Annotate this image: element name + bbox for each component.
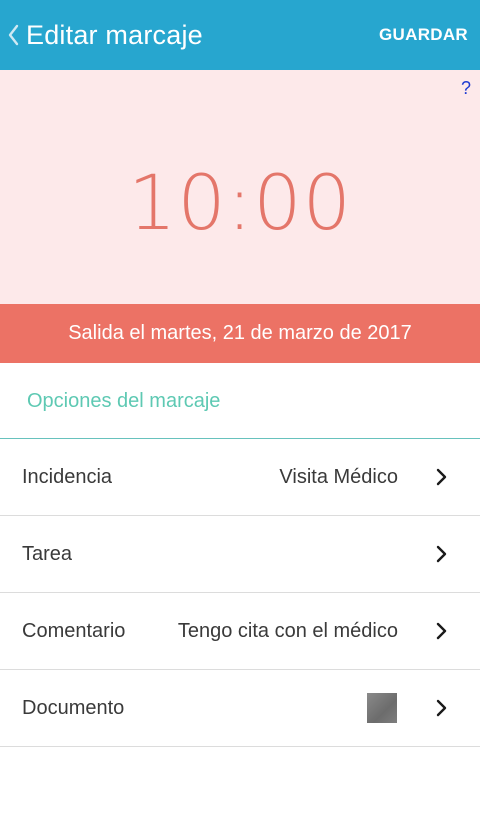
back-button[interactable]: Editar marcaje — [0, 0, 230, 70]
chevron-right-icon — [432, 544, 452, 564]
chevron-right-icon — [432, 467, 452, 487]
row-value: Tengo cita con el médico — [177, 620, 398, 642]
row-label: Comentario — [22, 620, 126, 642]
options-section-header: Opciones del marcaje — [0, 363, 480, 439]
time-picker[interactable]: 10:00 — [0, 158, 480, 247]
chevron-left-icon — [0, 24, 26, 46]
page-title: Editar marcaje — [26, 20, 203, 50]
punch-date-banner: Salida el martes, 21 de marzo de 2017 — [0, 304, 480, 363]
row-comentario[interactable]: Comentario Tengo cita con el médico — [0, 593, 480, 670]
row-label: Tarea — [22, 543, 73, 565]
edit-punch-screen: Editar marcaje GUARDAR ? 10:00 Salida el… — [0, 0, 480, 814]
row-documento[interactable]: Documento — [0, 670, 480, 747]
app-bar: Editar marcaje GUARDAR — [0, 0, 480, 70]
chevron-right-icon — [432, 698, 452, 718]
save-button[interactable]: GUARDAR — [371, 0, 468, 70]
row-label: Incidencia — [22, 466, 113, 488]
row-tarea[interactable]: Tarea — [0, 516, 480, 593]
row-label: Documento — [22, 697, 125, 719]
document-thumbnail[interactable] — [367, 693, 397, 723]
row-value: Visita Médico — [279, 466, 398, 488]
help-link[interactable]: ? — [461, 78, 471, 99]
row-incidencia[interactable]: Incidencia Visita Médico — [0, 439, 480, 516]
options-title: Opciones del marcaje — [27, 390, 221, 412]
chevron-right-icon — [432, 621, 452, 641]
time-panel: ? 10:00 — [0, 70, 480, 304]
